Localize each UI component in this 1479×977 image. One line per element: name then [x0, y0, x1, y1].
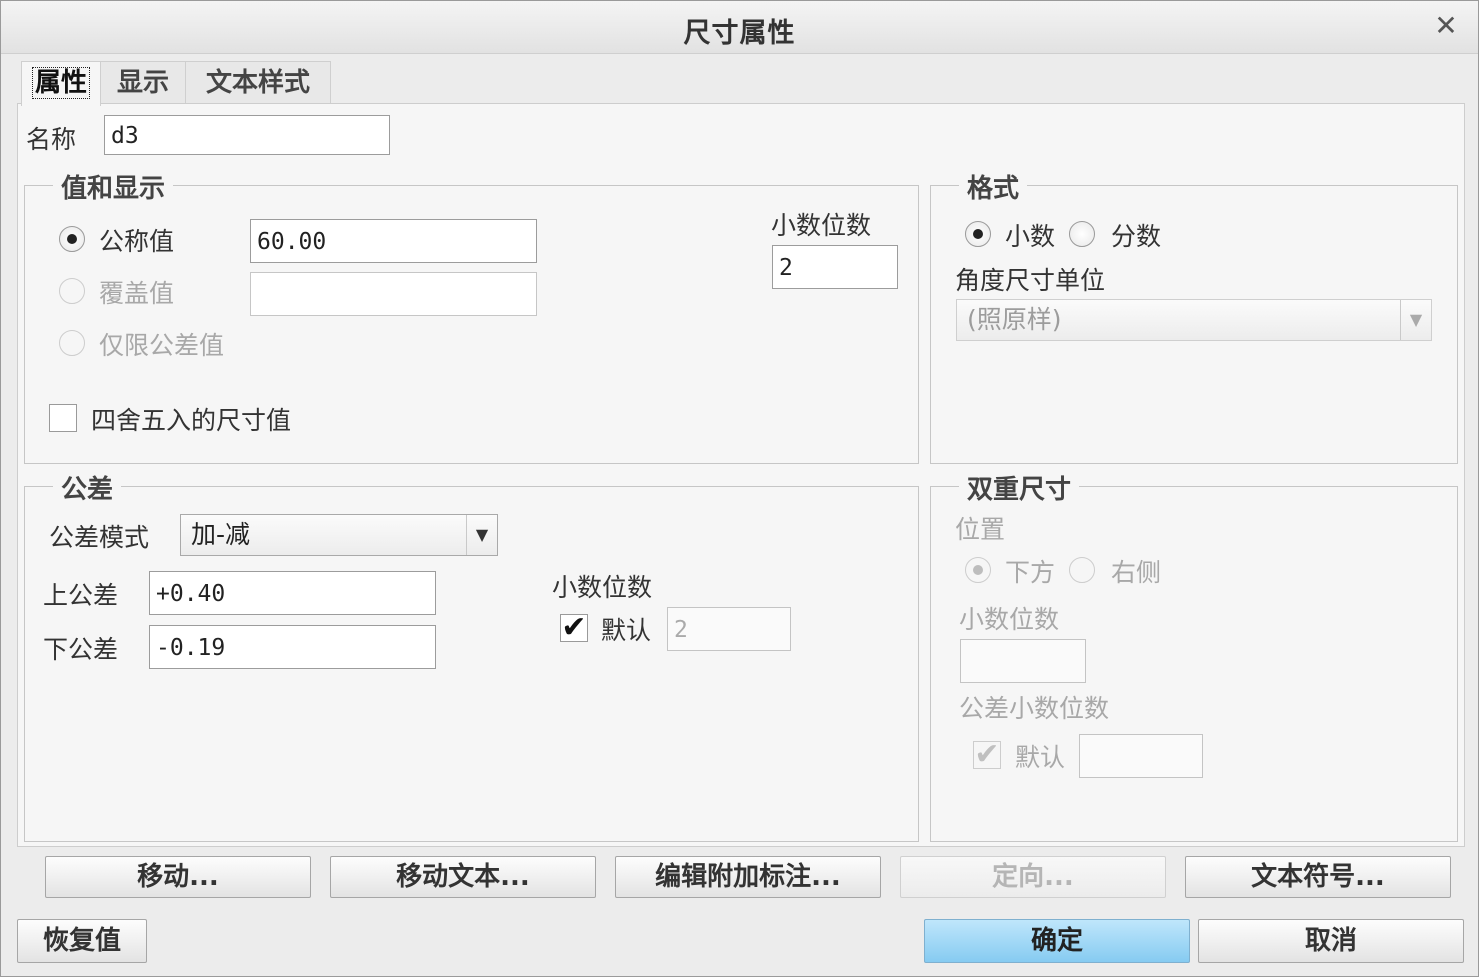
fraction-radio[interactable]: [1069, 221, 1095, 247]
dual-default-checkbox[interactable]: ✔: [973, 740, 1001, 770]
tolerance-legend: 公差: [53, 469, 122, 506]
tolerance-mode-value: 加-减: [191, 520, 251, 549]
value-display-group: 值和显示 公称值 60.00 覆盖值 仅限公差值 四舍五入的尺寸值 小数位数 2: [24, 168, 919, 464]
nominal-label: 公称值: [99, 227, 175, 256]
decimal-label: 小数: [1005, 222, 1056, 251]
dual-tol-decimals-label: 公差小数位数: [959, 694, 1110, 723]
dual-default-label: 默认: [1015, 743, 1066, 772]
move-button[interactable]: 移动...: [45, 856, 311, 898]
nominal-radio[interactable]: [59, 226, 85, 252]
upper-tolerance-label: 上公差: [43, 581, 119, 610]
lower-tolerance-label: 下公差: [43, 635, 119, 664]
checkmark-icon: ✔: [974, 737, 1000, 772]
value-display-legend: 值和显示: [53, 168, 174, 205]
override-value-input[interactable]: [250, 272, 537, 316]
title-bar: 尺寸属性 ✕: [1, 1, 1478, 54]
round-checkbox[interactable]: [49, 404, 77, 432]
tab-display[interactable]: 显示: [99, 61, 187, 104]
format-group: 格式 小数 分数 角度尺寸单位 (照原样) ▼: [930, 168, 1458, 464]
decimals-input[interactable]: 2: [772, 245, 898, 289]
angle-unit-value: (照原样): [967, 305, 1062, 334]
name-label: 名称: [26, 125, 77, 154]
tolerance-only-label: 仅限公差值: [99, 331, 225, 360]
right-label: 右侧: [1111, 558, 1162, 587]
cancel-button[interactable]: 取消: [1198, 919, 1464, 963]
round-label: 四舍五入的尺寸值: [91, 406, 292, 435]
position-label: 位置: [955, 515, 1006, 544]
orient-button[interactable]: 定向...: [900, 856, 1166, 898]
upper-tolerance-input[interactable]: +0.40: [149, 571, 436, 615]
dual-decimals-label: 小数位数: [959, 605, 1060, 634]
tolerance-default-label: 默认: [601, 616, 652, 645]
ok-button[interactable]: 确定: [924, 919, 1190, 963]
angle-unit-label: 角度尺寸单位: [955, 266, 1106, 295]
tolerance-decimals-label: 小数位数: [552, 573, 653, 602]
dual-decimals-input[interactable]: [960, 639, 1086, 683]
dual-dimension-legend: 双重尺寸: [959, 469, 1080, 506]
tolerance-mode-select[interactable]: 加-减 ▼: [180, 514, 498, 556]
angle-unit-select[interactable]: (照原样) ▼: [956, 299, 1432, 341]
tab-text-style[interactable]: 文本样式: [185, 61, 331, 104]
name-input[interactable]: d3: [104, 115, 390, 155]
decimals-label: 小数位数: [771, 211, 872, 240]
override-radio[interactable]: [59, 278, 85, 304]
right-radio[interactable]: [1069, 557, 1095, 583]
edit-annotation-button[interactable]: 编辑附加标注...: [615, 856, 881, 898]
nominal-value-input[interactable]: 60.00: [250, 219, 537, 263]
tolerance-mode-label: 公差模式: [49, 523, 150, 552]
fraction-label: 分数: [1111, 222, 1162, 251]
tolerance-decimals-input[interactable]: 2: [667, 607, 791, 651]
below-label: 下方: [1005, 558, 1056, 587]
chevron-down-icon[interactable]: ▼: [1400, 300, 1431, 340]
restore-button[interactable]: 恢复值: [17, 919, 147, 963]
override-label: 覆盖值: [99, 279, 175, 308]
close-icon[interactable]: ✕: [1431, 11, 1461, 41]
dialog-title: 尺寸属性: [683, 18, 796, 49]
below-radio[interactable]: [965, 557, 991, 583]
chevron-down-icon[interactable]: ▼: [466, 515, 497, 555]
dual-dimension-group: 双重尺寸 位置 下方 右侧 小数位数 公差小数位数 ✔ 默认: [930, 469, 1458, 842]
lower-tolerance-input[interactable]: -0.19: [149, 625, 436, 669]
text-symbol-button[interactable]: 文本符号...: [1185, 856, 1451, 898]
properties-panel: 名称 d3 值和显示 公称值 60.00 覆盖值 仅限公差值 四舍五入的尺寸值 …: [17, 103, 1465, 847]
decimal-radio[interactable]: [965, 221, 991, 247]
format-legend: 格式: [959, 168, 1028, 205]
tolerance-default-checkbox[interactable]: ✔: [560, 613, 588, 643]
checkmark-icon: ✔: [561, 610, 587, 645]
tolerance-group: 公差 公差模式 加-减 ▼ 上公差 +0.40 下公差 -0.19 小数位数 ✔…: [24, 469, 919, 842]
tolerance-only-radio[interactable]: [59, 330, 85, 356]
dual-default-input[interactable]: [1079, 734, 1203, 778]
move-text-button[interactable]: 移动文本...: [330, 856, 596, 898]
tab-properties[interactable]: 属性: [21, 61, 101, 106]
dimension-properties-dialog: 尺寸属性 ✕ 属性 显示 文本样式 名称 d3 值和显示 公称值 60.00 覆…: [0, 0, 1479, 977]
